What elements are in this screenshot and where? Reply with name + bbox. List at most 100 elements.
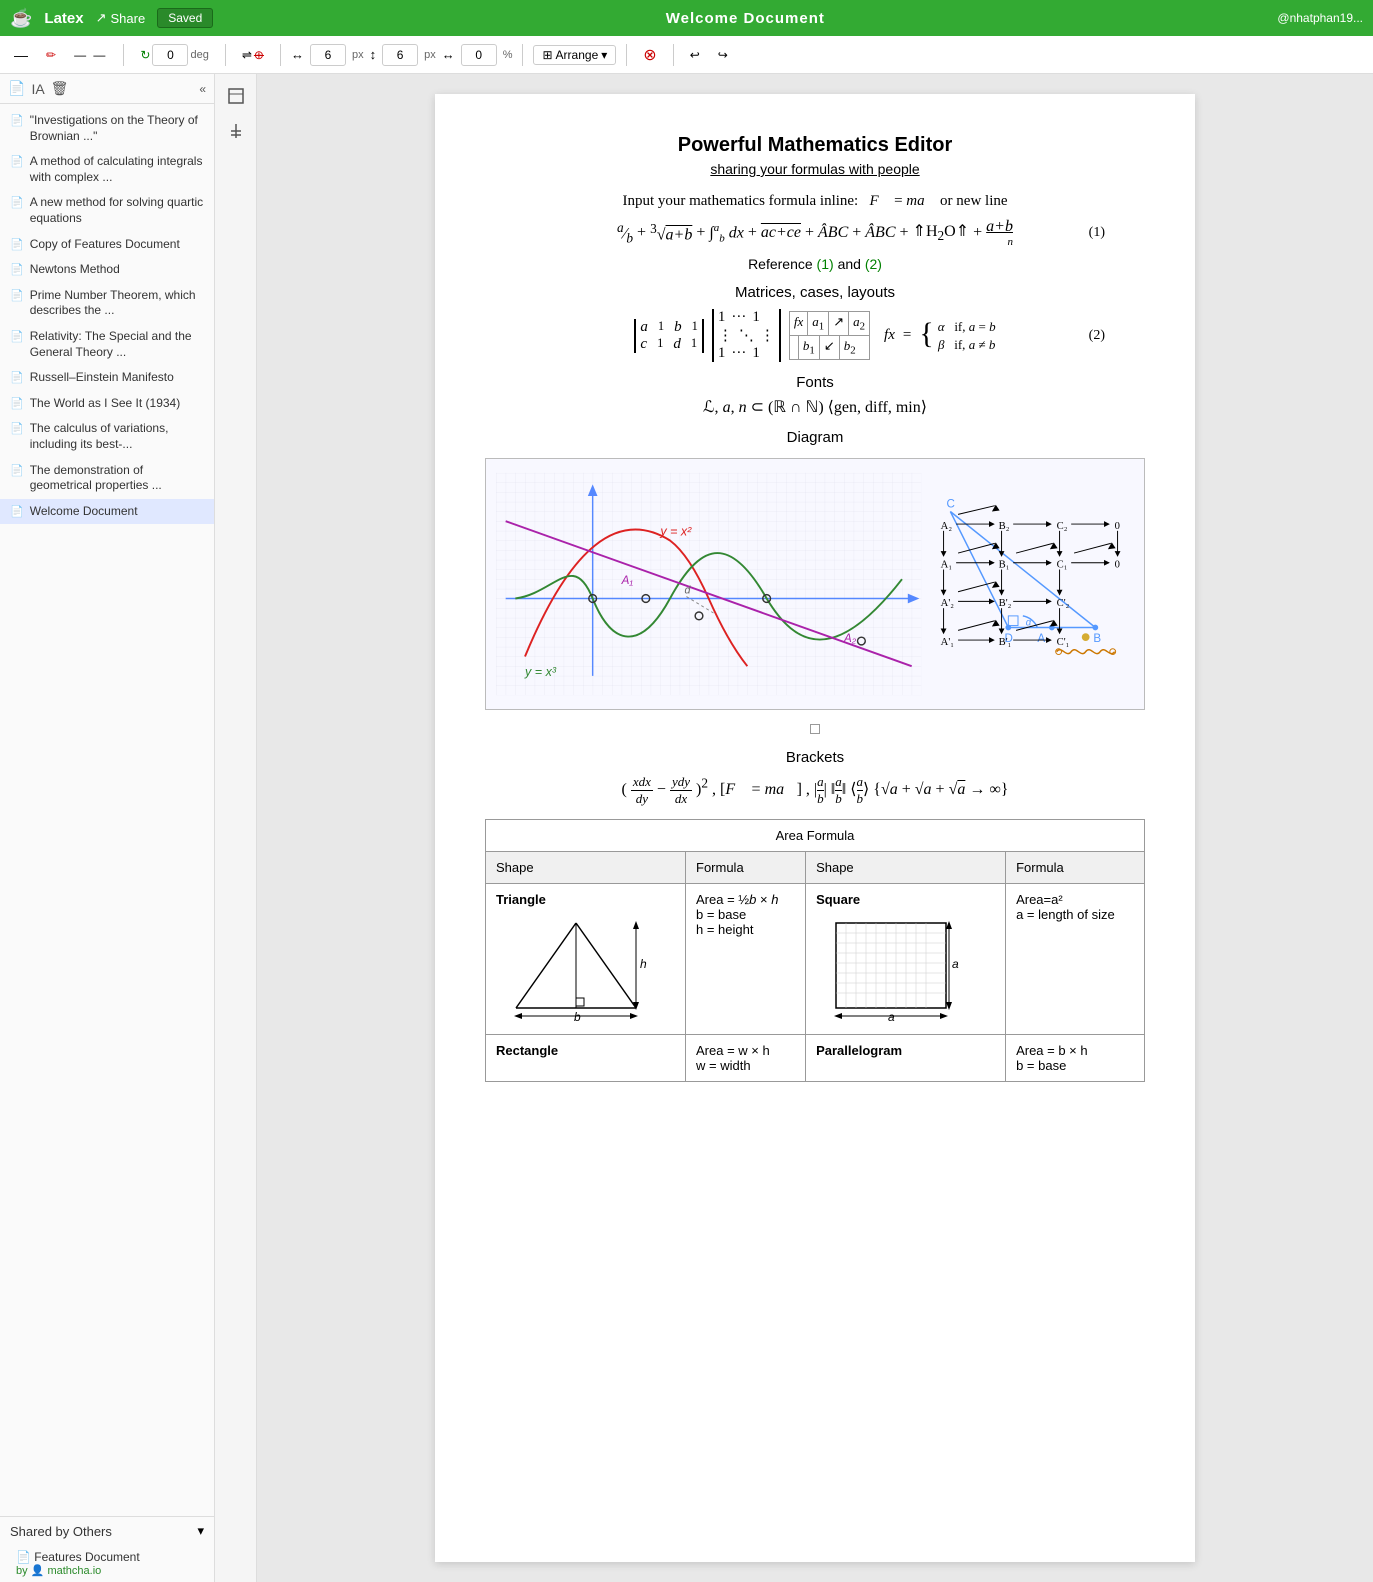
diagram-marker <box>485 722 1145 737</box>
saved-button[interactable]: Saved <box>157 8 213 28</box>
sidebar-item-geometrical[interactable]: 📄 The demonstration of geometrical prope… <box>0 458 214 499</box>
line-style-tool[interactable]: — <box>8 44 34 66</box>
user-info: @nhatphan19... <box>1277 11 1363 25</box>
sidebar-doc-icon[interactable]: 📄 <box>8 80 25 97</box>
triangle-label: Triangle <box>496 892 675 907</box>
height-arrows-icon: ↕ <box>370 47 377 62</box>
rotation-tool: ↻ 0 deg <box>134 41 214 69</box>
sidebar-item-integrals[interactable]: 📄 A method of calculating integrals with… <box>0 149 214 190</box>
doc-icon-9: 📄 <box>10 422 24 435</box>
close-circle-icon: ⊗ <box>643 45 656 65</box>
sep6 <box>673 44 674 66</box>
rectangle-sub: w = width <box>696 1058 795 1073</box>
svg-text:0: 0 <box>1115 560 1120 571</box>
svg-text:C: C <box>946 498 954 511</box>
percent-label: % <box>503 49 513 61</box>
sidebar-item-russell[interactable]: 📄 Russell–Einstein Manifesto <box>0 365 214 391</box>
width-input[interactable]: 6 <box>310 44 346 66</box>
parallelogram-label: Parallelogram <box>816 1043 995 1058</box>
svg-text:A: A <box>1037 632 1045 645</box>
height-input[interactable]: 6 <box>382 44 418 66</box>
sidebar-item-welcome[interactable]: 📄 Welcome Document <box>0 499 214 525</box>
shared-doc-features[interactable]: 📄 Features Document by 👤 mathcha.io <box>0 1545 214 1582</box>
fonts-section-title: Fonts <box>485 374 1145 391</box>
redo-button[interactable]: ↪ <box>712 45 734 65</box>
svg-text:B₁: B₁ <box>999 560 1010 571</box>
sidebar-item-world[interactable]: 📄 The World as I See It (1934) <box>0 391 214 417</box>
sidebar-item-copy[interactable]: 📄 Copy of Features Document <box>0 232 214 258</box>
doc-title-nav: Welcome Document <box>225 10 1265 27</box>
brackets-formula: ( xdx dy − ydy dx )2 , [F⃗ = ma⃗] , |ab| <box>485 774 1145 807</box>
sidebar-item-calculus[interactable]: 📄 The calculus of variations, including … <box>0 416 214 457</box>
square-formula1: Area=a² <box>1016 892 1134 907</box>
sidebar-item-newtons[interactable]: 📄 Newtons Method <box>0 257 214 283</box>
sidebar-ia-label[interactable]: IA <box>31 81 44 97</box>
sidebar-docs-list: 📄 "Investigations on the Theory of Brown… <box>0 104 214 1516</box>
svg-text:C'₂: C'₂ <box>1057 598 1070 609</box>
share-icon: ↗ <box>96 10 107 26</box>
rotation-unit-label: deg <box>190 49 208 61</box>
opacity-input[interactable]: 0 <box>461 44 497 66</box>
doc-icon-1: 📄 <box>10 155 24 168</box>
equation-2: a1 b1 c1 d1 1···1 ⋮⋱⋮ 1···1 fx <box>525 309 1105 362</box>
table-title: Area Formula <box>486 820 1145 852</box>
sidebar-trash-icon[interactable]: 🗑 <box>51 80 69 97</box>
arrange-button[interactable]: ⊞ Arrange ▾ <box>533 45 616 65</box>
doc-icon-2: 📄 <box>10 196 24 209</box>
sidebar-item-quartic[interactable]: 📄 A new method for solving quartic equat… <box>0 190 214 231</box>
shared-label: Shared by Others <box>10 1524 112 1539</box>
sidebar-item-label-5: Prime Number Theorem, which describes th… <box>30 288 204 319</box>
doc-icon-7: 📄 <box>10 371 24 384</box>
sidebar-item-brownian[interactable]: 📄 "Investigations on the Theory of Brown… <box>0 108 214 149</box>
flip-tool[interactable]: ⇌ ⊕ <box>236 45 270 65</box>
share-button[interactable]: ↗ Share <box>96 10 146 26</box>
svg-text:y = x³: y = x³ <box>524 665 557 679</box>
sidebar-item-label-11: Welcome Document <box>30 504 138 520</box>
parallelogram-sub: b = base <box>1016 1058 1134 1073</box>
svg-text:B'₂: B'₂ <box>999 598 1012 609</box>
square-formula2: a = length of size <box>1016 907 1134 922</box>
top-nav: ☕ Latex ↗ Share Saved Welcome Document @… <box>0 0 1373 36</box>
square-formula-cell: Area=a² a = length of size <box>1006 884 1145 1035</box>
author-icon: 👤 <box>31 1565 48 1577</box>
diagram-section-title: Diagram <box>485 429 1145 446</box>
sep3 <box>280 44 281 66</box>
image-tool[interactable] <box>222 117 250 148</box>
close-tool[interactable]: ⊗ <box>637 42 662 68</box>
dash-tool[interactable]: — — <box>68 45 113 65</box>
square-label: Square <box>816 892 995 907</box>
sep5 <box>626 44 627 66</box>
sidebar-item-label-3: Copy of Features Document <box>30 237 180 253</box>
dash-icon: — — <box>74 48 107 62</box>
pen-tool[interactable]: ✏ <box>40 45 62 65</box>
px-label1: px <box>352 49 364 61</box>
rectangle-label: Rectangle <box>496 1043 675 1058</box>
square-cell: Square <box>806 884 1006 1035</box>
undo-button[interactable]: ↩ <box>684 45 706 65</box>
shared-by-others-section[interactable]: Shared by Others ▾ <box>0 1516 214 1545</box>
svg-text:C'₁: C'₁ <box>1057 637 1070 648</box>
sidebar-item-label-6: Relativity: The Special and the General … <box>30 329 204 360</box>
flip-icon: ⇌ <box>242 48 252 62</box>
arrange-grid-icon: ⊞ <box>542 48 552 62</box>
col-formula-2: Formula <box>1006 852 1145 884</box>
col-shape-2: Shape <box>806 852 1006 884</box>
text-tool[interactable] <box>222 82 250 113</box>
svg-text:A'₁: A'₁ <box>941 637 954 648</box>
svg-text:0: 0 <box>1115 521 1120 532</box>
shared-chevron-icon: ▾ <box>197 1523 204 1539</box>
diagram-box: y = x² y = x³ A₁ A₂ <box>485 458 1145 710</box>
eq-number-1: (1) <box>1089 225 1105 241</box>
rotation-input[interactable]: 0 <box>152 44 188 66</box>
sidebar-item-prime[interactable]: 📄 Prime Number Theorem, which describes … <box>0 283 214 324</box>
sidebar-header-icons: 📄 IA 🗑 <box>8 80 68 97</box>
doc-area[interactable]: Powerful Mathematics Editor sharing your… <box>257 74 1373 1582</box>
svg-text:h: h <box>640 957 647 971</box>
sidebar-item-relativity[interactable]: 📄 Relativity: The Special and the Genera… <box>0 324 214 365</box>
shared-doc-author: by 👤 mathcha.io <box>16 1564 204 1577</box>
sidebar-collapse-button[interactable]: « <box>199 82 206 96</box>
svg-text:A₁: A₁ <box>621 574 634 587</box>
rectangle-cell: Rectangle <box>486 1035 686 1082</box>
svg-text:C₁: C₁ <box>1057 560 1068 571</box>
app-name: Latex <box>44 10 83 27</box>
